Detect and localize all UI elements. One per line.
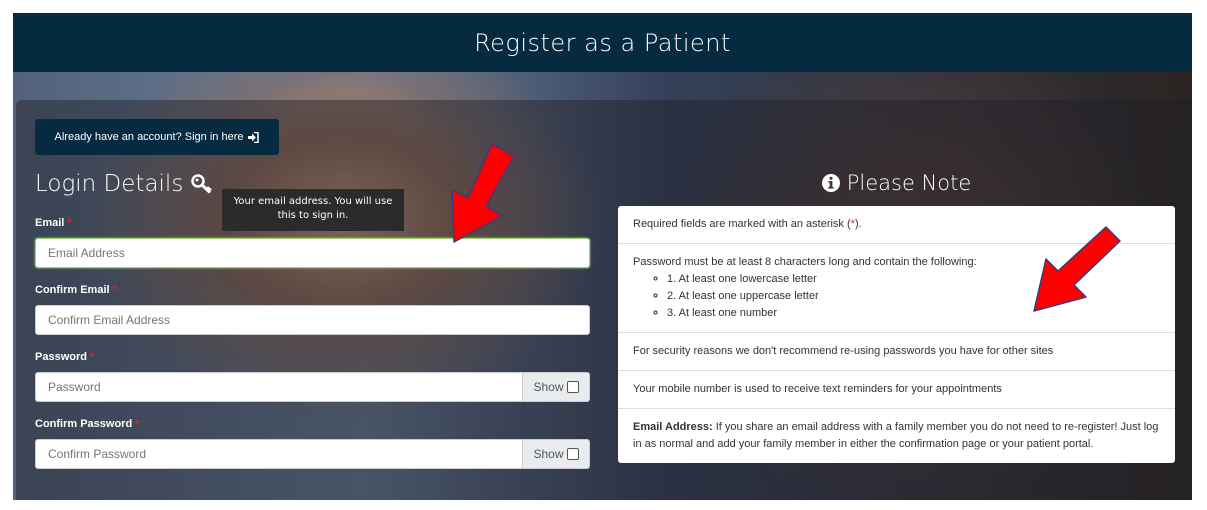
password-group: Show (35, 372, 590, 402)
confirm-email-label-text: Confirm Email (35, 284, 110, 296)
show-confirm-password-checkbox[interactable] (566, 448, 579, 460)
sign-in-icon (248, 131, 260, 143)
sign-in-label: Already have an account? Sign in here (54, 131, 244, 143)
confirm-email-field[interactable] (35, 305, 590, 335)
confirm-password-field[interactable] (35, 439, 523, 469)
please-note-label: Please Note (846, 171, 972, 195)
note-email-bold: Email Address: (633, 421, 713, 433)
red-arrow-annotation (451, 143, 515, 243)
info-icon (821, 174, 840, 192)
please-note-title: Please Note (618, 171, 1174, 195)
password-field[interactable] (35, 372, 523, 402)
password-label: Password * (35, 351, 94, 363)
note-security: For security reasons we don't recommend … (618, 333, 1175, 371)
required-marker: * (112, 284, 117, 296)
red-arrow-annotation (1033, 226, 1121, 312)
password-label-text: Password (35, 351, 87, 363)
show-password-label: Show (533, 380, 564, 394)
key-icon (191, 174, 213, 194)
login-details-title: Login Details (35, 171, 213, 197)
confirm-email-label: Confirm Email * (35, 284, 117, 296)
show-password-toggle[interactable]: Show (523, 372, 590, 402)
confirm-password-group: Show (35, 439, 590, 469)
note-email: Email Address: If you share an email add… (618, 409, 1175, 463)
confirm-password-label-text: Confirm Password (35, 418, 133, 430)
show-password-checkbox[interactable] (566, 381, 579, 393)
show-confirm-password-toggle[interactable]: Show (523, 439, 590, 469)
note-password-intro: Password must be at least 8 characters l… (633, 256, 977, 268)
note-required-suffix: ). (854, 218, 862, 230)
show-confirm-password-label: Show (533, 447, 564, 461)
required-marker: * (67, 217, 72, 229)
login-details-label: Login Details (35, 171, 184, 197)
note-required-prefix: Required fields are marked with an aster… (633, 218, 851, 230)
note-mobile: Your mobile number is used to receive te… (618, 371, 1175, 409)
sign-in-button[interactable]: Already have an account? Sign in here (35, 119, 279, 155)
email-label: Email * (35, 217, 72, 229)
email-label-text: Email (35, 217, 65, 229)
page-title: Register as a Patient (474, 28, 731, 57)
required-marker: * (89, 351, 95, 363)
required-marker: * (135, 418, 140, 430)
page-header: Register as a Patient (13, 13, 1192, 72)
note-email-text: If you share an email address with a fam… (633, 421, 1159, 450)
confirm-password-label: Confirm Password * (35, 418, 139, 430)
email-tooltip: Your email address. You will use this to… (222, 189, 404, 231)
